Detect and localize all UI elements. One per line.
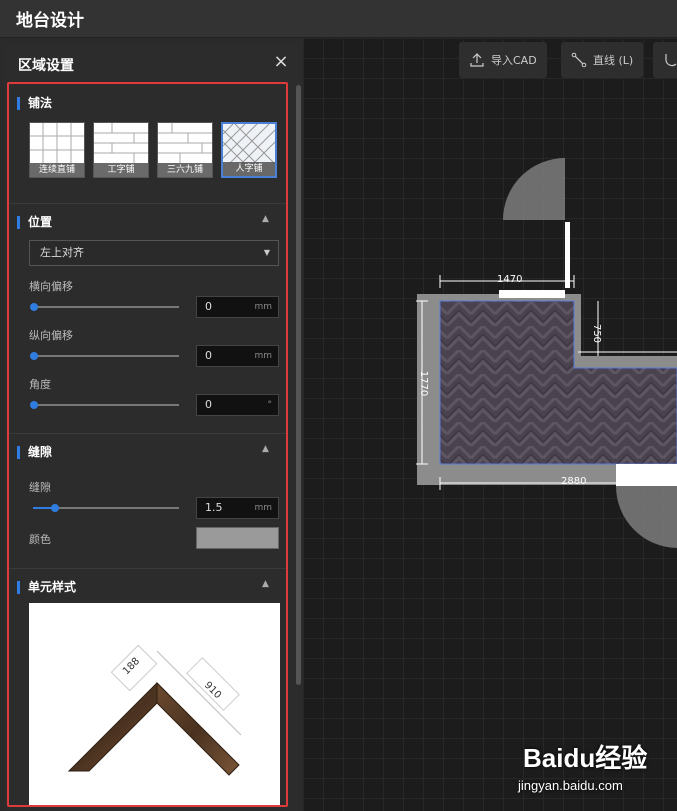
collapse-arrow-icon[interactable]: ▲ [262, 579, 269, 589]
h-offset-slider[interactable] [30, 303, 179, 311]
dim-right-notch: 750 [591, 323, 603, 344]
gap-value: 1.5 [205, 501, 223, 514]
pattern-label: 连续直铺 [30, 163, 84, 177]
section-unit-style-title: 单元样式 [17, 581, 76, 594]
baidu-logo: Baidu经验 [523, 743, 648, 773]
v-offset-slider[interactable] [30, 352, 179, 360]
angle-slider[interactable] [30, 401, 179, 409]
section-gap: 缝隙 ▲ 缝隙 1.5 mm 颜色 [9, 434, 286, 569]
gap-input[interactable]: 1.5 mm [196, 497, 279, 519]
section-gap-title: 缝隙 [17, 446, 52, 459]
pattern-label: 三六九铺 [158, 163, 212, 177]
unit-mm: mm [254, 302, 272, 312]
gap-label: 缝隙 [29, 481, 51, 494]
angle-value: 0 [205, 398, 212, 411]
align-select[interactable]: 左上对齐 ▼ [29, 240, 279, 266]
floor-area [439, 300, 677, 465]
v-offset-value: 0 [205, 349, 212, 362]
section-position: 位置 ▲ 左上对齐 ▼ 横向偏移 0 mm 纵向偏移 0 mm 角度 0 ° [9, 204, 286, 434]
slider-knob[interactable] [50, 504, 59, 512]
pattern-label: 人字铺 [223, 162, 275, 176]
slider-knob[interactable] [30, 303, 38, 311]
unit-mm: mm [254, 503, 272, 513]
chevron-down-icon: ▼ [263, 248, 270, 257]
v-offset-input[interactable]: 0 mm [196, 345, 279, 367]
i-shape-pattern-icon [94, 123, 148, 163]
unit-mm: mm [254, 351, 272, 361]
section-pave-title: 铺法 [17, 97, 52, 110]
panel-header: 区域设置 × [4, 45, 299, 79]
gap-slider[interactable] [33, 504, 179, 512]
panel-scrollbar[interactable] [296, 85, 301, 685]
panel-title: 区域设置 [18, 58, 74, 74]
section-unit-style: 单元样式 ▲ 188 910 [9, 569, 286, 805]
gap-color-swatch[interactable] [196, 527, 279, 549]
angle-input[interactable]: 0 ° [196, 394, 279, 416]
section-pave: 铺法 连续直铺 工字铺 三六九铺 人字铺 [9, 84, 286, 204]
herringbone-pattern-icon [223, 124, 275, 164]
close-icon[interactable]: × [270, 51, 292, 73]
section-position-title: 位置 [17, 216, 52, 229]
dim-bottom: 2880 [561, 476, 587, 487]
dim-top: 1470 [497, 274, 523, 285]
dim-left: 1770 [418, 370, 430, 397]
h-offset-label: 横向偏移 [29, 280, 73, 293]
herringbone-unit-illustration [67, 644, 242, 776]
slider-knob[interactable] [30, 401, 38, 409]
region-settings-panel: 区域设置 × 铺法 连续直铺 工字铺 三六九铺 人字铺 位置 ▲ 左上对齐 ▼ … [4, 45, 301, 811]
collapse-arrow-icon[interactable]: ▲ [262, 444, 269, 454]
369-pattern-icon [158, 123, 212, 163]
h-offset-input[interactable]: 0 mm [196, 296, 279, 318]
unit-preview: 188 910 [29, 603, 280, 805]
unit-degree: ° [267, 400, 273, 410]
collapse-arrow-icon[interactable]: ▲ [262, 214, 269, 224]
door-gap-top [499, 290, 565, 298]
door-leaf-top [565, 222, 570, 288]
align-select-value: 左上对齐 [40, 246, 84, 259]
pattern-369[interactable]: 三六九铺 [157, 122, 213, 178]
settings-scroll-area[interactable]: 铺法 连续直铺 工字铺 三六九铺 人字铺 位置 ▲ 左上对齐 ▼ 横向偏移 0 … [7, 82, 288, 807]
app-title: 地台设计 [16, 11, 84, 31]
pattern-i-shape[interactable]: 工字铺 [93, 122, 149, 178]
h-offset-value: 0 [205, 300, 212, 313]
pattern-label: 工字铺 [94, 163, 148, 177]
pattern-herringbone[interactable]: 人字铺 [221, 122, 277, 178]
angle-label: 角度 [29, 378, 51, 391]
slider-knob[interactable] [30, 352, 38, 360]
v-offset-label: 纵向偏移 [29, 329, 73, 342]
continuous-pattern-icon [30, 123, 84, 163]
pattern-continuous[interactable]: 连续直铺 [29, 122, 85, 178]
door-swing-bottom [616, 486, 677, 548]
floor-plan[interactable] [303, 38, 677, 811]
door-swing-top [503, 158, 565, 220]
watermark-url: jingyan.baidu.com [518, 778, 623, 793]
app-title-bar: 地台设计 [0, 0, 677, 38]
color-label: 颜色 [29, 533, 51, 546]
design-canvas[interactable]: 导入CAD 直线 (L) 1470 1770 2880 750 [303, 38, 677, 811]
